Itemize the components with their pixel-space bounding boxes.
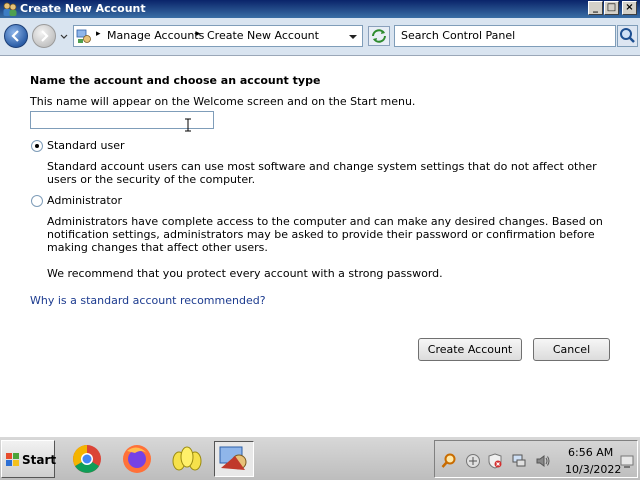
standard-account-help-link[interactable]: Why is a standard account recommended? [30,294,266,307]
monitor-icon[interactable] [511,453,527,469]
administrator-radio[interactable] [31,195,43,207]
system-tray: 6:56 AM 10/3/2022 [434,440,638,478]
arrow-right-icon [41,30,49,42]
search-icon[interactable] [441,453,457,469]
create-account-button[interactable]: Create Account [418,338,522,361]
volume-icon[interactable] [535,453,551,469]
users-icon [3,2,17,16]
refresh-button[interactable] [368,26,390,46]
refresh-icon [372,29,386,43]
recent-pages-chevron-down-icon[interactable] [59,32,69,42]
taskbar: Start 6:56 AM 10/3/2022 [0,436,640,480]
taskbar-chrome[interactable] [67,441,107,477]
show-desktop-icon[interactable] [619,453,635,469]
control-panel-icon [219,446,247,470]
account-name-description: This name will appear on the Welcome scr… [30,95,416,108]
control-panel-icon [76,29,91,43]
cancel-button[interactable]: Cancel [533,338,610,361]
close-button[interactable]: × [622,1,637,15]
users-icon [172,446,202,471]
forward-button[interactable] [32,24,56,48]
standard-user-radio[interactable] [31,140,43,152]
minimize-button[interactable]: _ [588,1,603,15]
arrow-left-icon [11,30,19,42]
password-recommendation: We recommend that you protect every acco… [47,267,443,280]
chevron-right-icon[interactable]: ▸ [96,29,101,39]
administrator-label[interactable]: Administrator [47,194,122,207]
breadcrumb-create-new-account[interactable]: Create New Account [207,29,319,42]
title-bar: Create New Account _ □ × [0,0,640,18]
start-label: Start [22,453,57,467]
windows-logo-icon [6,453,19,466]
search-input[interactable]: Search Control Panel [394,25,616,47]
search-placeholder: Search Control Panel [401,29,516,42]
window-title: Create New Account [20,2,146,15]
taskbar-control-panel[interactable] [214,441,254,477]
start-button[interactable]: Start [1,440,57,478]
clock-time[interactable]: 6:56 AM [568,446,613,459]
administrator-description: Administrators have complete access to t… [47,215,603,254]
shield-icon[interactable] [487,453,503,469]
address-bar[interactable]: ▸ Manage Accounts ▸ Create New Account [73,25,363,47]
address-chevron-down-icon[interactable] [348,32,358,42]
chevron-right-icon[interactable]: ▸ [196,29,201,39]
clock-date[interactable]: 10/3/2022 [565,463,621,476]
network-icon[interactable] [465,453,481,469]
taskbar-firefox[interactable] [117,441,157,477]
text-cursor-icon [185,118,191,132]
standard-user-description: Standard account users can use most soft… [47,160,597,186]
maximize-button[interactable]: □ [604,1,619,15]
back-button[interactable] [4,24,28,48]
search-icon [620,28,635,43]
page-title: Name the account and choose an account t… [30,74,321,87]
search-button[interactable] [617,25,638,47]
taskbar-users[interactable] [167,441,207,477]
chrome-icon [73,445,101,473]
firefox-icon [123,445,151,473]
breadcrumb-manage-accounts[interactable]: Manage Accounts [107,29,204,42]
standard-user-label[interactable]: Standard user [47,139,125,152]
navigation-bar: ▸ Manage Accounts ▸ Create New Account S… [0,18,640,56]
main-content: Name the account and choose an account t… [0,56,640,436]
